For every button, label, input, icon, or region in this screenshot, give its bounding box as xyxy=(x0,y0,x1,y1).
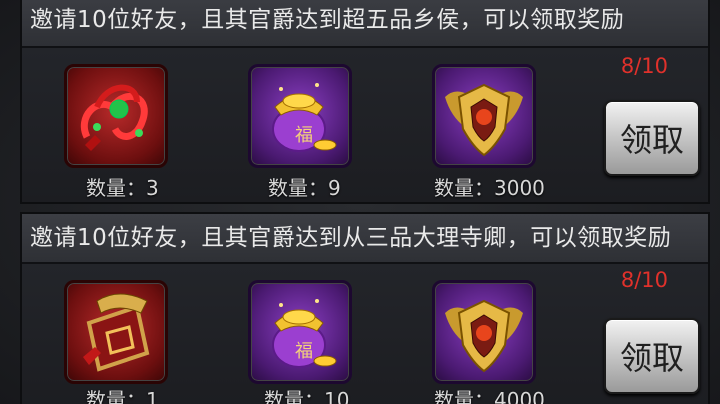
task-progress: 8/10 xyxy=(620,268,668,292)
claim-button[interactable]: 领取 xyxy=(604,100,700,176)
claim-button[interactable]: 领取 xyxy=(604,318,700,394)
gold-treasure-bag-icon[interactable]: 福 xyxy=(248,64,352,168)
reward-quantity: 数量：4000 xyxy=(434,388,545,404)
invite-rewards-panel: 邀请10位好友，且其官爵达到超五品乡侯，可以领取奖励 数量：3 福 数量：9 数… xyxy=(0,0,720,404)
reward-quantity: 数量：3000 xyxy=(434,176,545,200)
task-title-bar: 邀请10位好友，且其官爵达到从三品大理寺卿，可以领取奖励 xyxy=(22,214,708,264)
svg-text:福: 福 xyxy=(295,341,313,362)
task-title: 邀请10位好友，且其官爵达到从三品大理寺卿，可以领取奖励 xyxy=(30,225,672,251)
svg-text:福: 福 xyxy=(295,125,313,146)
reward-quantity: 数量：1 xyxy=(86,388,159,404)
gold-treasure-bag-icon[interactable]: 福 xyxy=(248,280,352,384)
reward-quantity: 数量：3 xyxy=(86,176,159,200)
reward-quantity: 数量：10 xyxy=(264,388,350,404)
task-body: 数量：3 福 数量：9 数量：3000 8/10 领取 xyxy=(22,48,708,202)
reward-task-2: 邀请10位好友，且其官爵达到从三品大理寺卿，可以领取奖励 数量：1 福 数量：1… xyxy=(20,212,710,404)
task-title-bar: 邀请10位好友，且其官爵达到超五品乡侯，可以领取奖励 xyxy=(22,0,708,48)
task-progress: 8/10 xyxy=(620,54,668,78)
task-title: 邀请10位好友，且其官爵达到超五品乡侯，可以领取奖励 xyxy=(30,7,625,33)
task-body: 数量：1 福 数量：10 数量：4000 8/10 领取 xyxy=(22,264,708,404)
golden-winged-shield-icon[interactable] xyxy=(432,280,536,384)
reward-quantity: 数量：9 xyxy=(268,176,341,200)
reward-task-1: 邀请10位好友，且其官爵达到超五品乡侯，可以领取奖励 数量：3 福 数量：9 数… xyxy=(20,0,710,204)
golden-scroll-token-icon[interactable] xyxy=(64,280,168,384)
red-knot-charm-icon[interactable] xyxy=(64,64,168,168)
golden-winged-shield-icon[interactable] xyxy=(432,64,536,168)
